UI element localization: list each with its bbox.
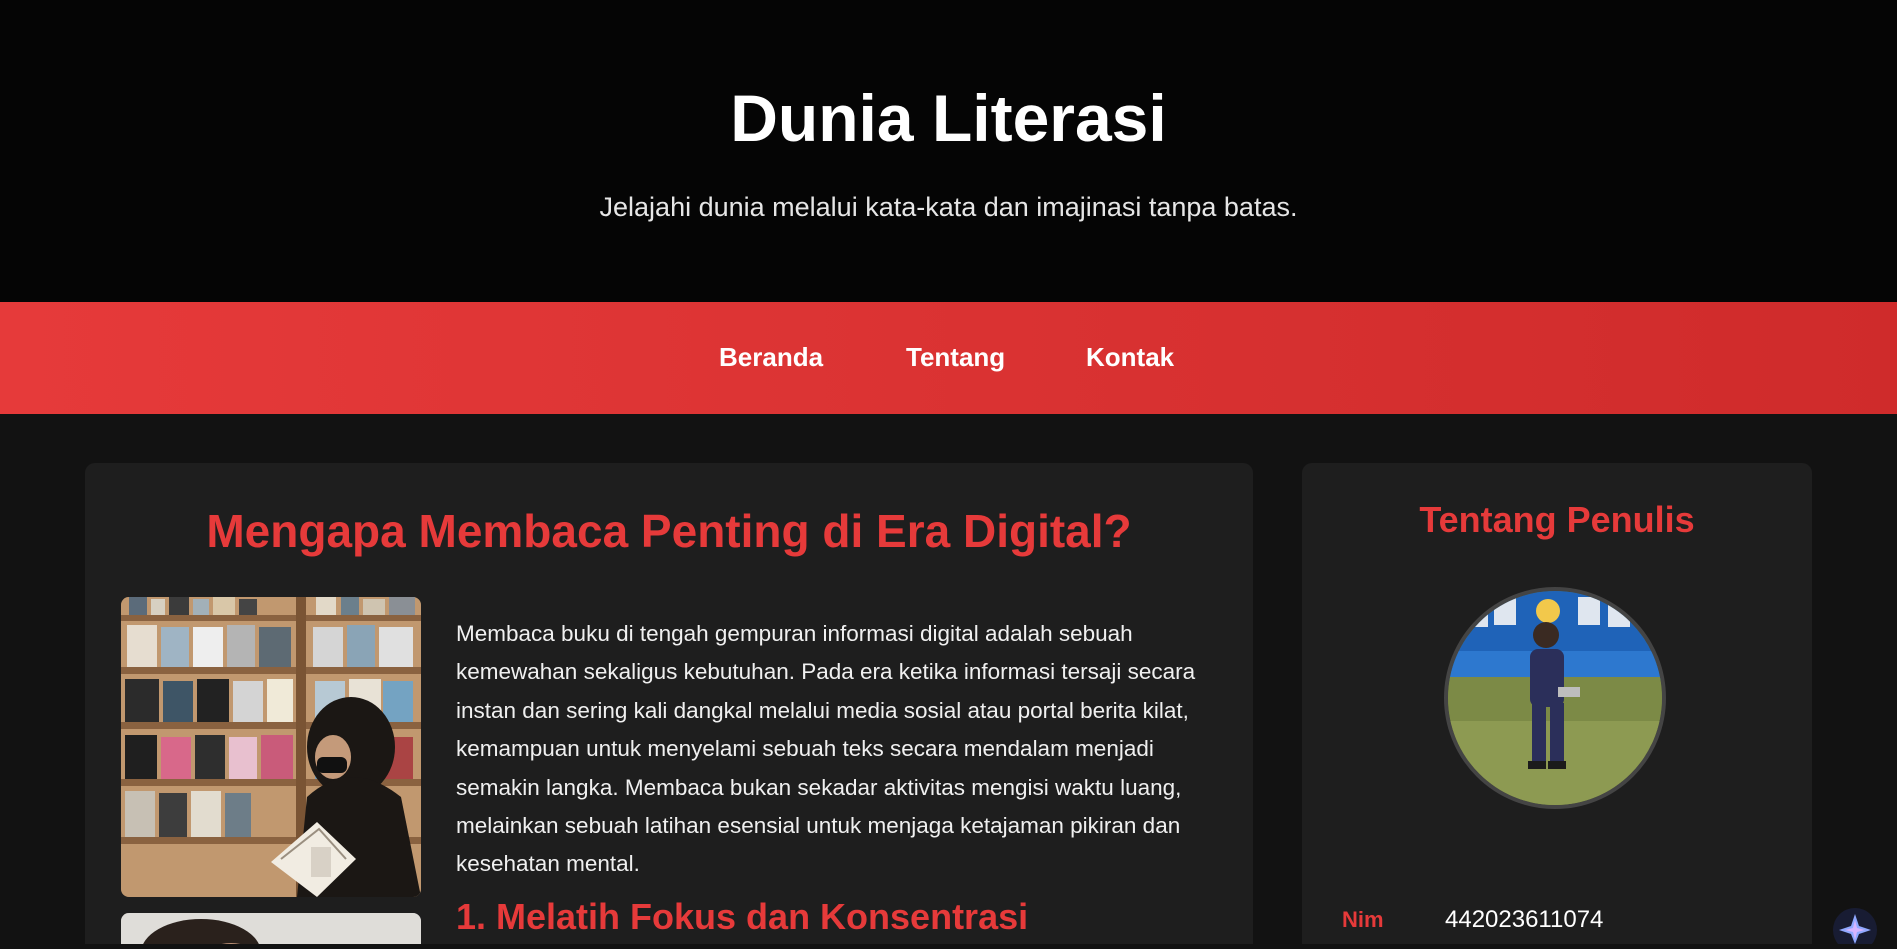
secondary-photo: [121, 913, 421, 944]
author-info-value: 442023611074: [1445, 906, 1604, 933]
sparkle-icon-graphic: [1833, 908, 1877, 949]
section-heading: 1. Melatih Fokus dan Konsentrasi: [456, 896, 1029, 937]
author-avatar-photo: [1448, 591, 1662, 805]
site-tagline: Jelajahi dunia melalui kata-kata dan ima…: [599, 192, 1298, 222]
author-info-label: Nim: [1342, 907, 1384, 932]
author-avatar: [1444, 587, 1666, 809]
reading-photo: [121, 597, 421, 897]
site-title: Dunia Literasi: [730, 81, 1167, 155]
nav-link-tentang[interactable]: Tentang: [906, 340, 1005, 374]
nav-link-kontak[interactable]: Kontak: [1086, 340, 1174, 374]
author-card: Tentang Penulis Nim 442023611074: [1302, 463, 1812, 944]
sparkle-icon[interactable]: [1830, 900, 1880, 949]
article-body: Membaca buku di tengah gempuran informas…: [456, 621, 1196, 877]
article-card: Mengapa Membaca Penting di Era Digital?: [85, 463, 1253, 944]
reading-photo-illustration: [121, 597, 421, 897]
author-info-row: Nim 442023611074: [1342, 905, 1782, 944]
nav-link-beranda[interactable]: Beranda: [719, 340, 823, 374]
nav-bar: Beranda Tentang Kontak: [0, 302, 1897, 414]
site-header: Dunia Literasi Jelajahi dunia melalui ka…: [0, 0, 1897, 302]
author-card-title: Tentang Penulis: [1419, 499, 1695, 540]
secondary-photo-illustration: [121, 913, 421, 944]
article-title: Mengapa Membaca Penting di Era Digital?: [206, 505, 1132, 557]
